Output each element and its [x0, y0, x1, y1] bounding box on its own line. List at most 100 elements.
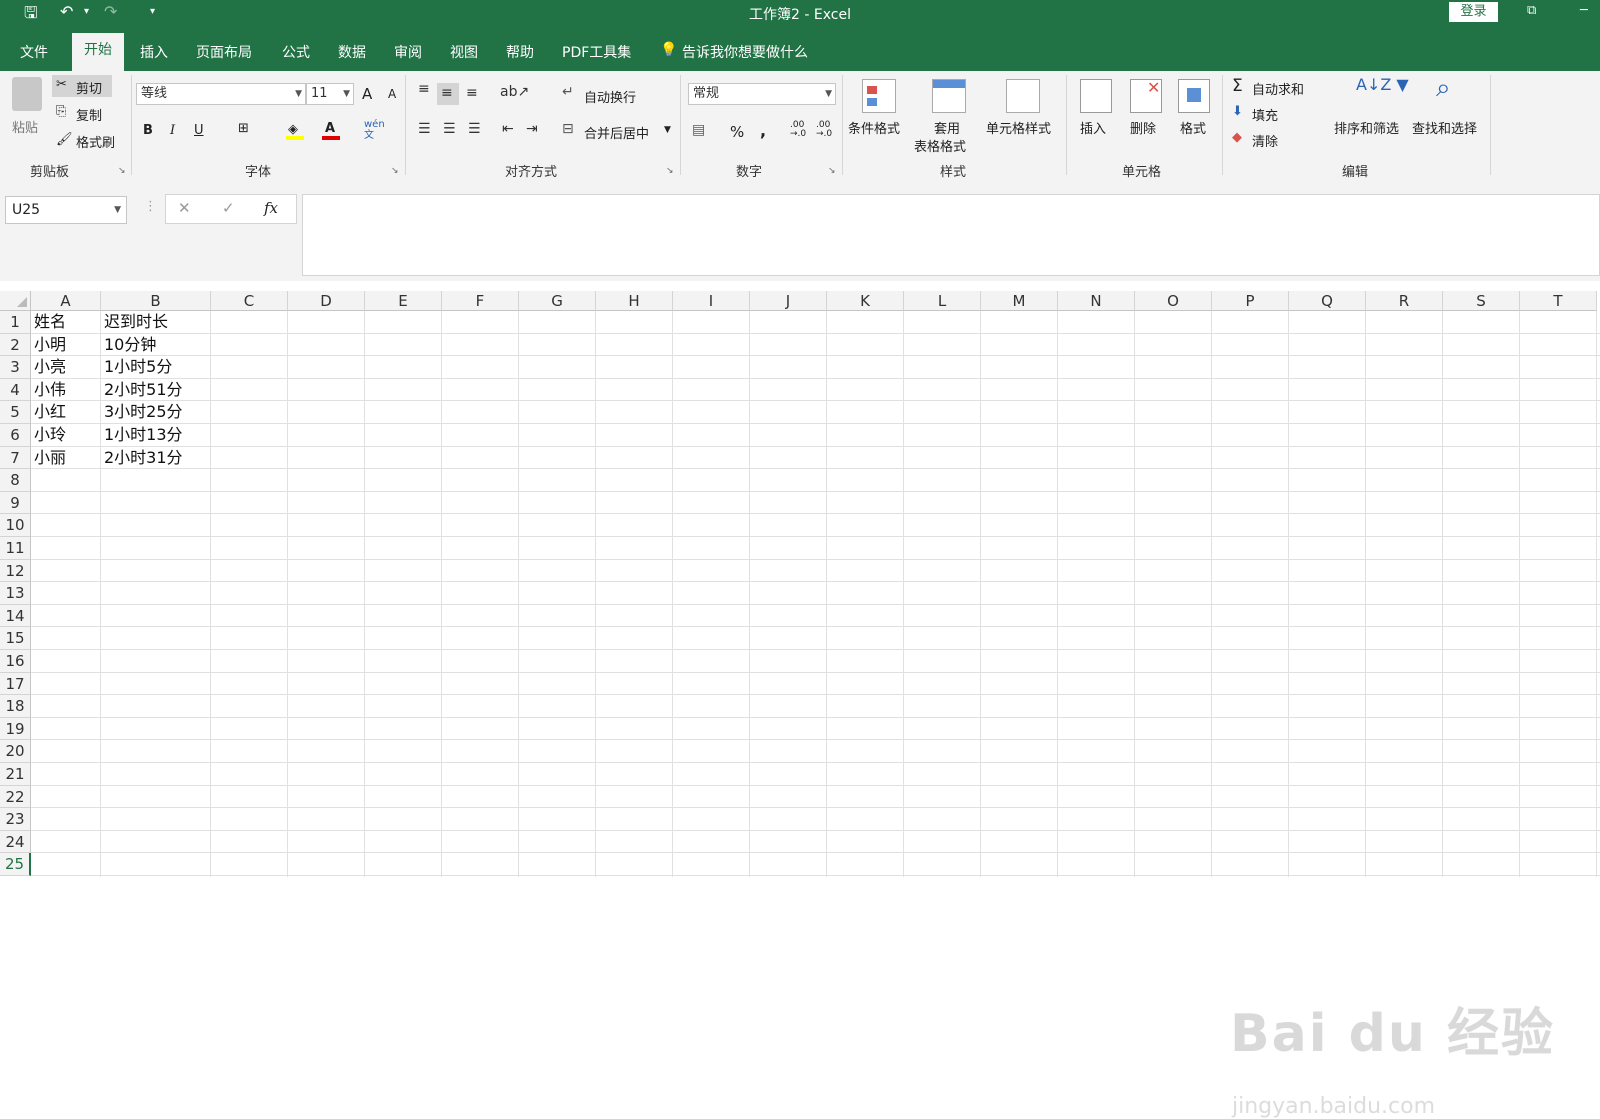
column-header[interactable]: I	[673, 291, 750, 311]
column-header[interactable]: G	[519, 291, 596, 311]
cell-B4[interactable]: 2小时51分	[104, 379, 183, 401]
paste-button[interactable]: 粘贴	[12, 117, 38, 136]
column-header[interactable]: K	[827, 291, 904, 311]
row-header[interactable]: 6	[0, 424, 31, 447]
column-header[interactable]: H	[596, 291, 673, 311]
cell-B7[interactable]: 2小时31分	[104, 447, 183, 469]
column-header[interactable]: R	[1366, 291, 1443, 311]
column-header[interactable]: F	[442, 291, 519, 311]
alignment-launcher-icon[interactable]: ↘	[666, 166, 674, 176]
bold-button[interactable]: B	[143, 123, 153, 138]
row-header[interactable]: 9	[0, 491, 31, 515]
column-header[interactable]: D	[288, 291, 365, 311]
cell-B1[interactable]: 迟到时长	[104, 311, 168, 333]
insert-cells-button[interactable]: 插入	[1080, 118, 1106, 137]
column-header[interactable]: Q	[1289, 291, 1366, 311]
row-header[interactable]: 20	[0, 740, 31, 763]
tab-review[interactable]: 审阅	[394, 42, 422, 62]
row-header[interactable]: 24	[0, 830, 31, 854]
tab-formulas[interactable]: 公式	[282, 42, 310, 62]
row-header[interactable]: 3	[0, 356, 31, 379]
align-top-icon[interactable]: ≡	[418, 81, 430, 97]
conditional-formatting-button[interactable]: 条件格式	[848, 118, 900, 137]
font-color-button[interactable]: A	[322, 121, 340, 141]
format-as-table-button-line2[interactable]: 表格格式	[914, 136, 966, 155]
tab-home[interactable]: 开始	[72, 33, 124, 71]
column-header[interactable]: J	[750, 291, 827, 311]
row-header[interactable]: 5	[0, 401, 31, 424]
format-painter-button[interactable]: 格式刷	[76, 132, 115, 151]
wrap-text-button[interactable]: 自动换行	[584, 87, 636, 106]
cell-A6[interactable]: 小玲	[34, 424, 66, 446]
row-header[interactable]: 23	[0, 808, 31, 831]
cancel-icon[interactable]: ✕	[178, 199, 191, 217]
increase-decimal-button[interactable]: .00 →.0	[790, 121, 808, 139]
align-left-icon[interactable]: ☰	[418, 121, 431, 137]
autosum-button[interactable]: 自动求和	[1252, 79, 1304, 98]
formula-input[interactable]	[302, 194, 1600, 276]
borders-icon[interactable]: ⊞	[238, 121, 249, 136]
insert-function-icon[interactable]: fx	[264, 199, 278, 217]
comma-button[interactable]: ,	[760, 121, 766, 140]
tab-help[interactable]: 帮助	[506, 42, 534, 62]
tab-data[interactable]: 数据	[338, 42, 366, 62]
italic-button[interactable]: I	[170, 123, 175, 138]
row-header[interactable]: 15	[0, 627, 31, 650]
tell-me-search[interactable]: 告诉我你想要做什么	[682, 42, 808, 62]
clear-button[interactable]: 清除	[1252, 131, 1278, 150]
column-header[interactable]: P	[1212, 291, 1289, 311]
align-right-icon[interactable]: ☰	[468, 121, 481, 137]
row-header[interactable]: 4	[0, 378, 31, 402]
merge-center-button[interactable]: 合并后居中	[584, 123, 649, 142]
minimize-icon[interactable]: ─	[1580, 3, 1588, 18]
row-header[interactable]: 14	[0, 604, 31, 628]
number-launcher-icon[interactable]: ↘	[828, 166, 836, 176]
column-header[interactable]: O	[1135, 291, 1212, 311]
row-header[interactable]: 13	[0, 582, 31, 605]
cell-B2[interactable]: 10分钟	[104, 334, 156, 356]
tab-file[interactable]: 文件	[20, 42, 48, 62]
accounting-format-icon[interactable]: ▤	[692, 122, 705, 138]
percent-button[interactable]: %	[730, 123, 744, 141]
font-name-select[interactable]: 等线 ▼	[136, 83, 306, 105]
cell-B5[interactable]: 3小时25分	[104, 401, 183, 423]
clipboard-launcher-icon[interactable]: ↘	[118, 166, 126, 176]
align-middle-button[interactable]: ≡	[437, 83, 459, 105]
increase-indent-icon[interactable]: ⇥	[526, 121, 538, 137]
worksheet-grid[interactable]: ABCDEFGHIJKLMNOPQRST 1 2 3 4 5 6 7 8 9 10 11 12 13 14…	[0, 291, 1600, 1119]
chevron-down-icon[interactable]: ▼	[664, 125, 671, 135]
copy-button[interactable]: 复制	[76, 105, 102, 124]
font-launcher-icon[interactable]: ↘	[391, 166, 399, 176]
row-header[interactable]: 7	[0, 446, 31, 470]
format-cells-button[interactable]: 格式	[1180, 118, 1206, 137]
row-header[interactable]: 2	[0, 333, 31, 357]
fill-button[interactable]: 填充	[1252, 105, 1278, 124]
grow-font-button[interactable]: A	[362, 85, 372, 103]
cell-A5[interactable]: 小红	[34, 401, 66, 423]
format-as-table-button-line1[interactable]: 套用	[934, 118, 960, 137]
row-header[interactable]: 10	[0, 514, 31, 537]
cell-A2[interactable]: 小明	[34, 334, 66, 356]
row-header[interactable]: 17	[0, 672, 31, 696]
row-header[interactable]: 16	[0, 650, 31, 673]
cell-B6[interactable]: 1小时13分	[104, 424, 183, 446]
orientation-icon[interactable]: ab↗	[500, 84, 529, 100]
number-format-select[interactable]: 常规 ▼	[688, 83, 836, 105]
row-header[interactable]: 21	[0, 763, 31, 786]
align-bottom-icon[interactable]: ≡	[466, 85, 478, 101]
cell-A3[interactable]: 小亮	[34, 356, 66, 378]
row-header[interactable]: 8	[0, 469, 31, 492]
cell-styles-button[interactable]: 单元格样式	[986, 118, 1051, 137]
column-header[interactable]: N	[1058, 291, 1135, 311]
cell-A7[interactable]: 小丽	[34, 447, 66, 469]
column-header[interactable]: S	[1443, 291, 1520, 311]
align-center-icon[interactable]: ☰	[443, 121, 456, 137]
tab-view[interactable]: 视图	[450, 42, 478, 62]
select-all-button[interactable]	[0, 291, 31, 311]
decrease-decimal-button[interactable]: .00 →.0	[816, 121, 834, 139]
cell-A1[interactable]: 姓名	[34, 311, 66, 333]
fill-color-button[interactable]: ◈	[286, 122, 304, 140]
tab-insert[interactable]: 插入	[140, 42, 168, 62]
column-header[interactable]: A	[31, 291, 101, 311]
name-box[interactable]: U25 ▼	[5, 196, 127, 224]
